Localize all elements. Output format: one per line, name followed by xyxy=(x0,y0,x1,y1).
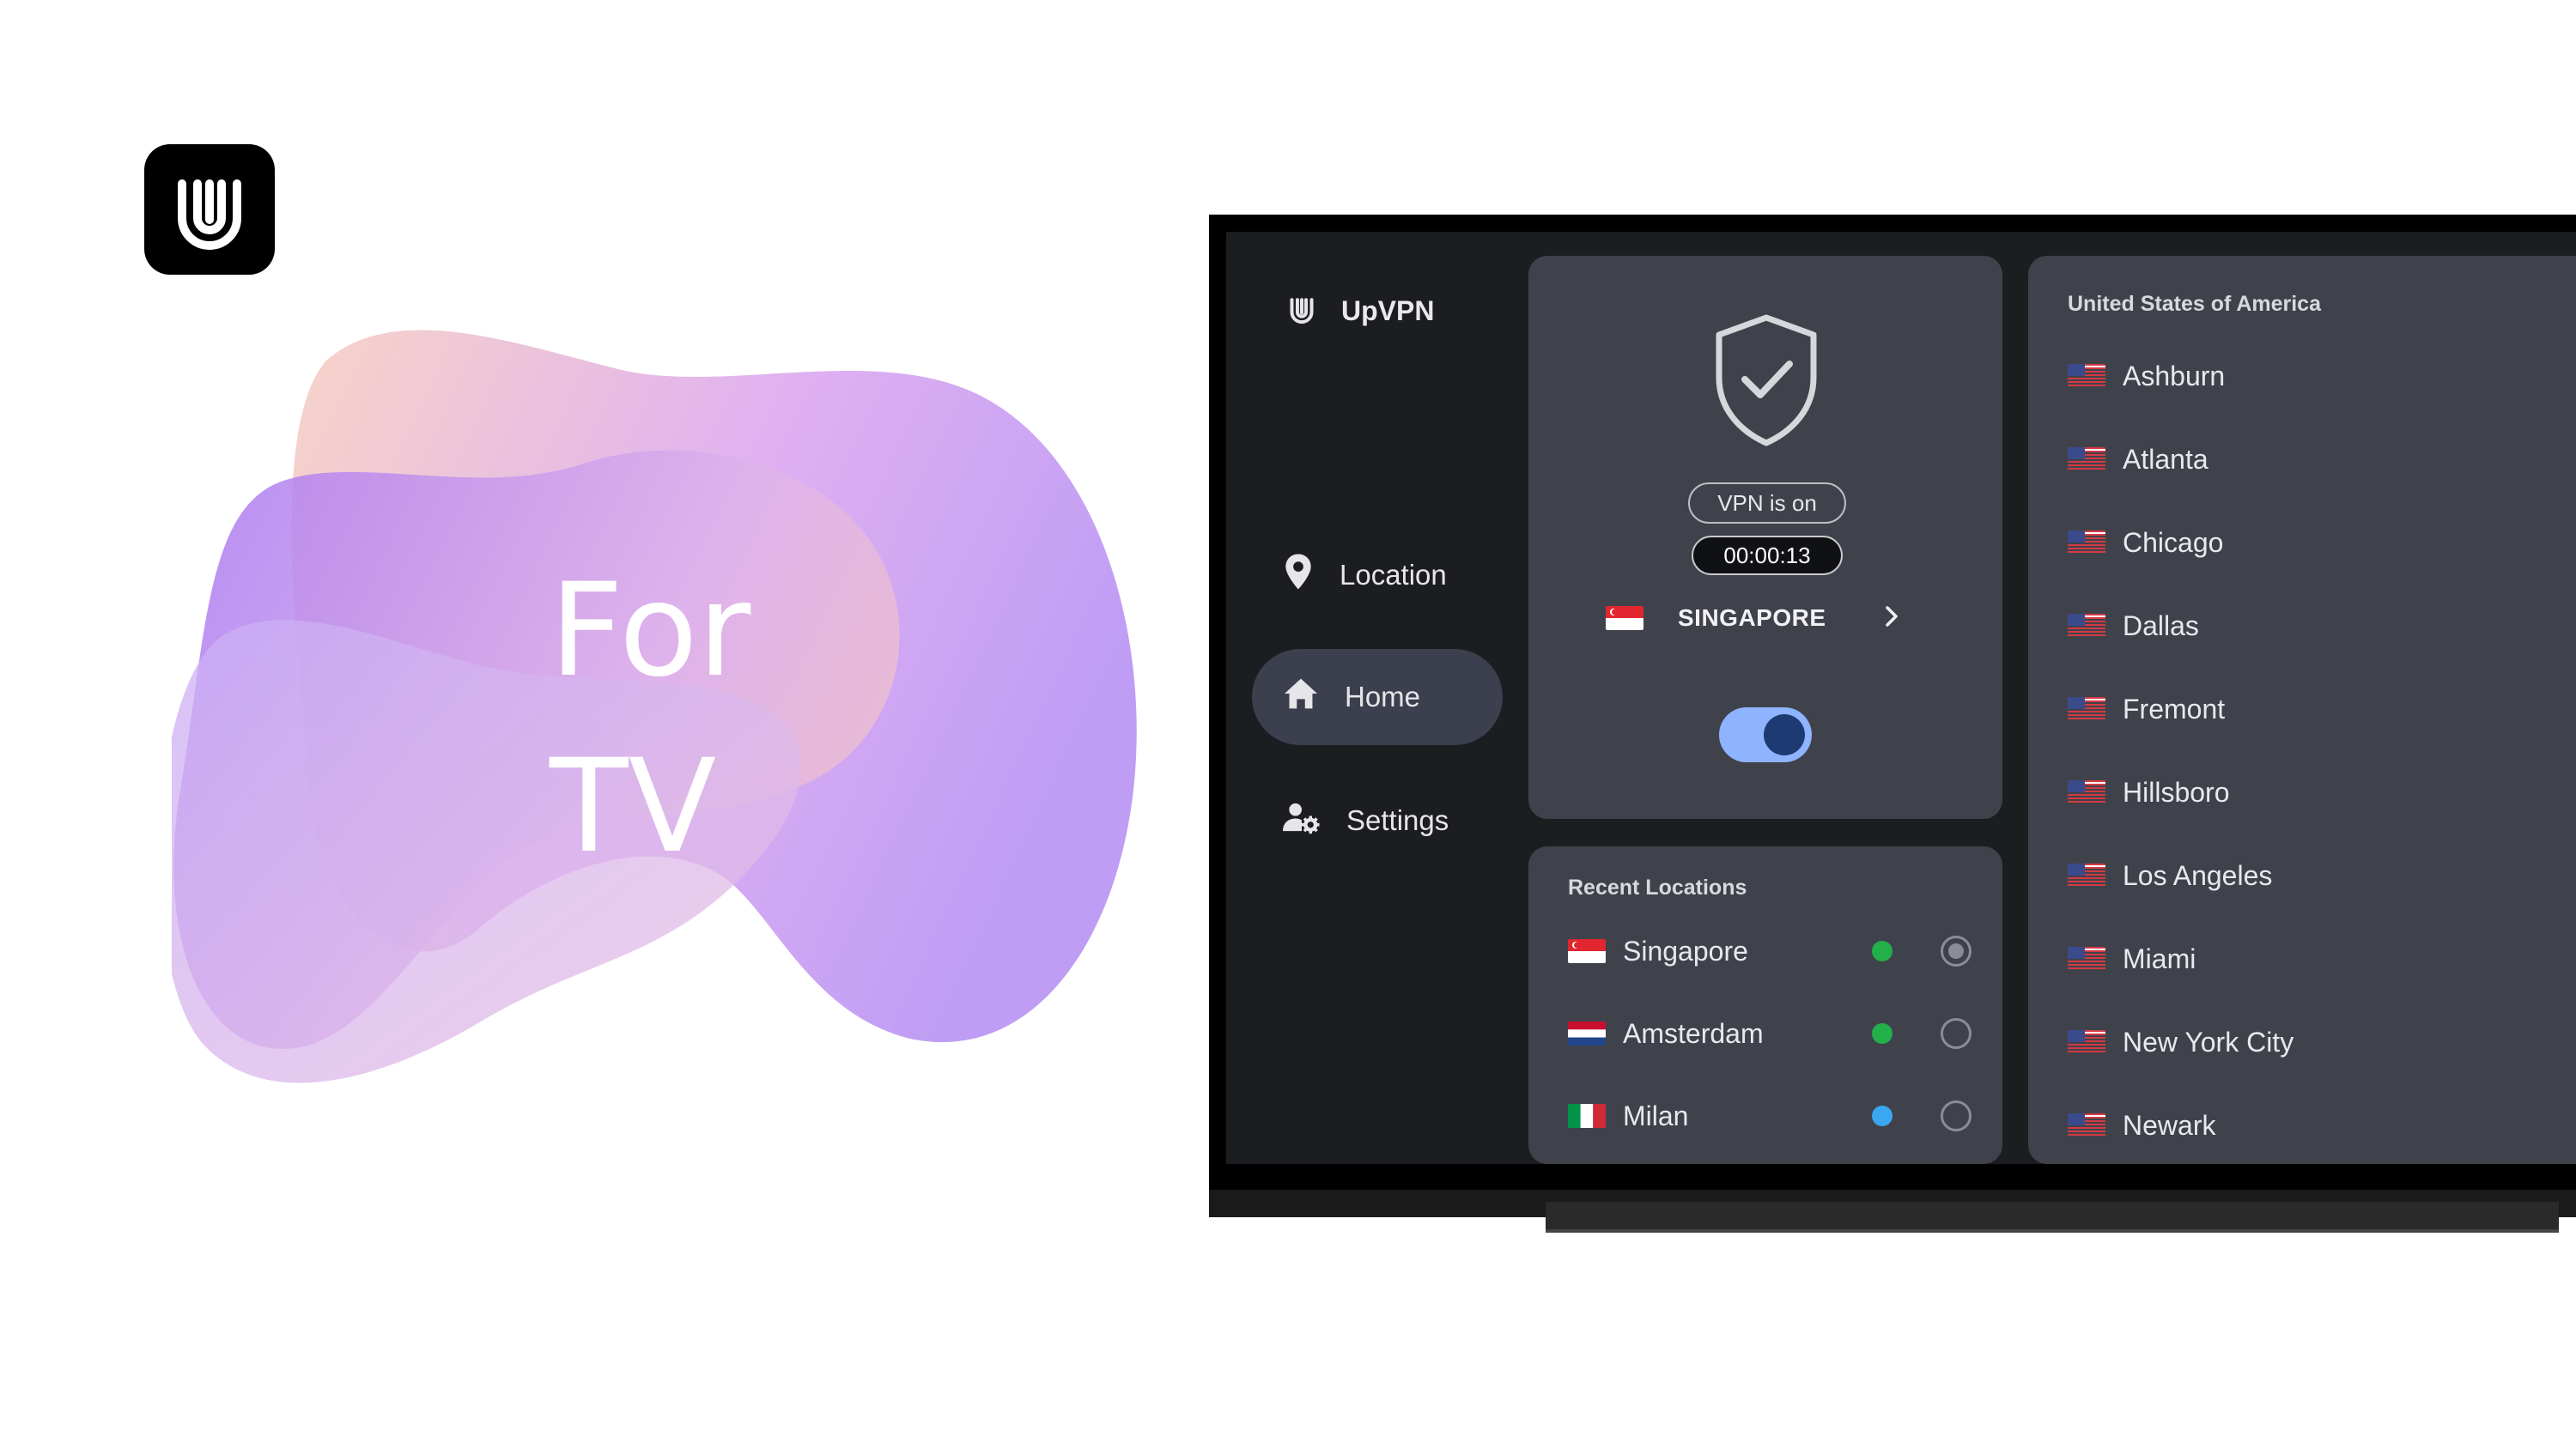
sidebar-item-label: Home xyxy=(1345,681,1421,712)
server-status-dot xyxy=(1872,1023,1893,1044)
recent-location-row[interactable]: Milan xyxy=(1568,1092,1971,1140)
city-row[interactable]: Atlanta xyxy=(2068,435,2576,483)
usa-flag-icon xyxy=(2068,697,2105,721)
upvpn-logo-icon xyxy=(144,144,275,275)
server-selector[interactable]: SINGAPORE xyxy=(1606,592,1925,644)
chevron-right-icon xyxy=(1884,604,1899,633)
netherlands-flag-icon xyxy=(1568,1022,1606,1046)
city-row[interactable]: New York City xyxy=(2068,1018,2576,1066)
country-heading: United States of America xyxy=(2068,292,2321,316)
usa-flag-icon xyxy=(2068,614,2105,638)
city-name: Miami xyxy=(2123,943,2196,974)
radio-selected[interactable] xyxy=(1941,936,1971,967)
connection-timer: 00:00:13 xyxy=(1692,536,1843,575)
server-status-dot xyxy=(1872,941,1893,961)
city-name: Los Angeles xyxy=(2123,859,2273,891)
location-pin-icon xyxy=(1283,553,1314,597)
usa-flag-icon xyxy=(2068,1030,2105,1054)
usa-flag-icon xyxy=(2068,780,2105,804)
recent-locations-title: Recent Locations xyxy=(1568,876,1747,900)
city-name: Atlanta xyxy=(2123,443,2208,475)
promo-line-for: For xyxy=(550,556,751,706)
city-name: Ashburn xyxy=(2123,360,2226,391)
city-row[interactable]: Miami xyxy=(2068,935,2576,983)
italy-flag-icon xyxy=(1568,1104,1606,1128)
city-name: Dallas xyxy=(2123,609,2199,641)
recent-location-name: Amsterdam xyxy=(1623,1017,1764,1049)
city-name: Chicago xyxy=(2123,526,2224,558)
sidebar-item-location[interactable]: Location xyxy=(1252,527,1503,623)
upvpn-brand-icon xyxy=(1286,294,1317,329)
home-icon xyxy=(1283,677,1319,717)
recent-location-row[interactable]: Singapore xyxy=(1568,927,1971,975)
city-row[interactable]: Dallas xyxy=(2068,602,2576,650)
city-name: Fremont xyxy=(2123,693,2226,724)
usa-flag-icon xyxy=(2068,447,2105,471)
tv-screen: UpVPN Location Home Settings VPN is on 0… xyxy=(1226,232,2576,1164)
user-settings-icon xyxy=(1283,800,1321,841)
recent-location-name: Milan xyxy=(1623,1100,1689,1131)
city-name: New York City xyxy=(2123,1026,2294,1058)
radio-unselected[interactable] xyxy=(1941,1018,1971,1049)
city-row[interactable]: Hillsboro xyxy=(2068,768,2576,816)
selected-server-label: SINGAPORE xyxy=(1678,604,1826,631)
sidebar-item-label: Location xyxy=(1340,559,1447,591)
vpn-status-panel: VPN is on 00:00:13 SINGAPORE xyxy=(1528,256,2002,819)
vpn-toggle[interactable] xyxy=(1719,707,1812,762)
server-status-dot xyxy=(1872,1106,1893,1126)
singapore-flag-icon xyxy=(1606,606,1643,630)
sidebar-item-settings[interactable]: Settings xyxy=(1252,773,1503,869)
usa-flag-icon xyxy=(2068,530,2105,555)
radio-unselected[interactable] xyxy=(1941,1100,1971,1131)
recent-locations-panel: Recent Locations Singapore Amsterdam Mil… xyxy=(1528,846,2002,1164)
toggle-knob xyxy=(1764,714,1805,755)
usa-flag-icon xyxy=(2068,1113,2105,1137)
city-row[interactable]: Ashburn xyxy=(2068,352,2576,400)
sidebar-item-label: Settings xyxy=(1346,804,1449,836)
vpn-state-badge: VPN is on xyxy=(1688,482,1846,524)
city-name: Hillsboro xyxy=(2123,776,2230,808)
singapore-flag-icon xyxy=(1568,939,1606,963)
tv-stand xyxy=(1546,1202,2559,1233)
city-row[interactable]: Fremont xyxy=(2068,685,2576,733)
promo-line-tv: TV xyxy=(550,732,717,882)
app-brand: UpVPN xyxy=(1286,294,1434,329)
decorative-blobs: For TV xyxy=(159,309,1168,1133)
shield-check-icon xyxy=(1710,312,1822,454)
usa-flag-icon xyxy=(2068,947,2105,971)
sidebar-item-home[interactable]: Home xyxy=(1252,649,1503,745)
app-brand-name: UpVPN xyxy=(1341,295,1435,326)
city-name: Newark xyxy=(2123,1109,2216,1141)
city-row[interactable]: Chicago xyxy=(2068,518,2576,567)
city-row[interactable]: Newark xyxy=(2068,1101,2576,1149)
recent-location-row[interactable]: Amsterdam xyxy=(1568,1009,1971,1058)
locations-panel: United States of America Ashburn Atlanta C… xyxy=(2028,256,2576,1164)
city-row[interactable]: Los Angeles xyxy=(2068,852,2576,900)
recent-location-name: Singapore xyxy=(1623,935,1748,967)
usa-flag-icon xyxy=(2068,364,2105,388)
usa-flag-icon xyxy=(2068,864,2105,888)
